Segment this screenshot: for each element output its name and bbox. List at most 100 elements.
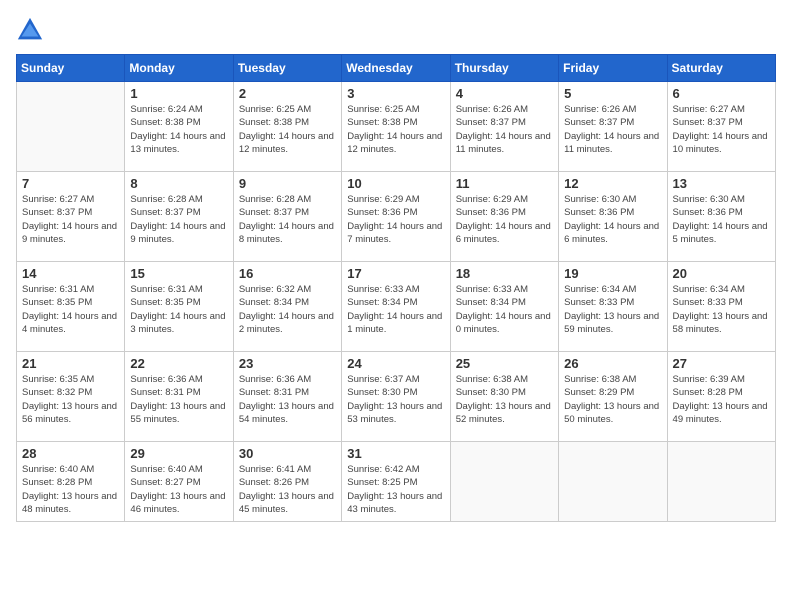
- day-info: Sunrise: 6:34 AMSunset: 8:33 PMDaylight:…: [673, 283, 770, 336]
- day-of-week-tuesday: Tuesday: [233, 55, 341, 82]
- day-number: 21: [22, 356, 119, 371]
- day-number: 23: [239, 356, 336, 371]
- day-info: Sunrise: 6:34 AMSunset: 8:33 PMDaylight:…: [564, 283, 661, 336]
- calendar-cell: 4 Sunrise: 6:26 AMSunset: 8:37 PMDaylight…: [450, 82, 558, 172]
- day-of-week-thursday: Thursday: [450, 55, 558, 82]
- calendar-cell: 18 Sunrise: 6:33 AMSunset: 8:34 PMDayligh…: [450, 262, 558, 352]
- day-number: 15: [130, 266, 227, 281]
- day-info: Sunrise: 6:41 AMSunset: 8:26 PMDaylight:…: [239, 463, 336, 516]
- day-number: 28: [22, 446, 119, 461]
- day-info: Sunrise: 6:36 AMSunset: 8:31 PMDaylight:…: [130, 373, 227, 426]
- day-info: Sunrise: 6:33 AMSunset: 8:34 PMDaylight:…: [456, 283, 553, 336]
- day-of-week-friday: Friday: [559, 55, 667, 82]
- day-number: 3: [347, 86, 444, 101]
- calendar-cell: 10Sunrise: 6:29 AMSunset: 8:36 PMDayligh…: [342, 172, 450, 262]
- calendar-cell: 25 Sunrise: 6:38 AMSunset: 8:30 PMDayligh…: [450, 352, 558, 442]
- calendar-week-3: 14 Sunrise: 6:31 AMSunset: 8:35 PMDayligh…: [17, 262, 776, 352]
- calendar-cell: 19 Sunrise: 6:34 AMSunset: 8:33 PMDayligh…: [559, 262, 667, 352]
- day-number: 11: [456, 176, 553, 191]
- calendar-table: SundayMondayTuesdayWednesdayThursdayFrid…: [16, 54, 776, 522]
- day-info: Sunrise: 6:28 AMSunset: 8:37 PMDaylight:…: [239, 193, 336, 246]
- day-number: 31: [347, 446, 444, 461]
- day-number: 18: [456, 266, 553, 281]
- calendar-cell: [559, 442, 667, 522]
- day-number: 27: [673, 356, 770, 371]
- calendar-cell: 7Sunrise: 6:27 AMSunset: 8:37 PMDaylight…: [17, 172, 125, 262]
- day-of-week-monday: Monday: [125, 55, 233, 82]
- page-header: [16, 16, 776, 44]
- calendar-cell: 12 Sunrise: 6:30 AMSunset: 8:36 PMDayligh…: [559, 172, 667, 262]
- calendar-cell: 29 Sunrise: 6:40 AMSunset: 8:27 PMDayligh…: [125, 442, 233, 522]
- day-number: 14: [22, 266, 119, 281]
- day-number: 24: [347, 356, 444, 371]
- day-info: Sunrise: 6:28 AMSunset: 8:37 PMDaylight:…: [130, 193, 227, 246]
- day-number: 19: [564, 266, 661, 281]
- calendar-cell: 30Sunrise: 6:41 AMSunset: 8:26 PMDayligh…: [233, 442, 341, 522]
- day-info: Sunrise: 6:31 AMSunset: 8:35 PMDaylight:…: [130, 283, 227, 336]
- calendar-cell: 20 Sunrise: 6:34 AMSunset: 8:33 PMDayligh…: [667, 262, 775, 352]
- day-of-week-wednesday: Wednesday: [342, 55, 450, 82]
- day-number: 8: [130, 176, 227, 191]
- calendar-cell: 17Sunrise: 6:33 AMSunset: 8:34 PMDayligh…: [342, 262, 450, 352]
- day-of-week-sunday: Sunday: [17, 55, 125, 82]
- day-number: 25: [456, 356, 553, 371]
- calendar-cell: 16 Sunrise: 6:32 AMSunset: 8:34 PMDayligh…: [233, 262, 341, 352]
- day-number: 22: [130, 356, 227, 371]
- calendar-cell: 15 Sunrise: 6:31 AMSunset: 8:35 PMDayligh…: [125, 262, 233, 352]
- day-info: Sunrise: 6:40 AMSunset: 8:27 PMDaylight:…: [130, 463, 227, 516]
- day-number: 10: [347, 176, 444, 191]
- day-number: 20: [673, 266, 770, 281]
- day-info: Sunrise: 6:32 AMSunset: 8:34 PMDaylight:…: [239, 283, 336, 336]
- calendar-week-2: 7Sunrise: 6:27 AMSunset: 8:37 PMDaylight…: [17, 172, 776, 262]
- day-number: 1: [130, 86, 227, 101]
- day-info: Sunrise: 6:31 AMSunset: 8:35 PMDaylight:…: [22, 283, 119, 336]
- day-info: Sunrise: 6:33 AMSunset: 8:34 PMDaylight:…: [347, 283, 444, 336]
- day-info: Sunrise: 6:39 AMSunset: 8:28 PMDaylight:…: [673, 373, 770, 426]
- calendar-cell: 27 Sunrise: 6:39 AMSunset: 8:28 PMDayligh…: [667, 352, 775, 442]
- calendar-cell: 13 Sunrise: 6:30 AMSunset: 8:36 PMDayligh…: [667, 172, 775, 262]
- day-number: 29: [130, 446, 227, 461]
- calendar-cell: 21 Sunrise: 6:35 AMSunset: 8:32 PMDayligh…: [17, 352, 125, 442]
- calendar-cell: 2 Sunrise: 6:25 AMSunset: 8:38 PMDaylight…: [233, 82, 341, 172]
- calendar-cell: 24Sunrise: 6:37 AMSunset: 8:30 PMDayligh…: [342, 352, 450, 442]
- day-number: 12: [564, 176, 661, 191]
- day-number: 13: [673, 176, 770, 191]
- calendar-cell: 1Sunrise: 6:24 AMSunset: 8:38 PMDaylight…: [125, 82, 233, 172]
- calendar-cell: 8 Sunrise: 6:28 AMSunset: 8:37 PMDaylight…: [125, 172, 233, 262]
- calendar-cell: 5Sunrise: 6:26 AMSunset: 8:37 PMDaylight…: [559, 82, 667, 172]
- calendar-cell: 31 Sunrise: 6:42 AMSunset: 8:25 PMDayligh…: [342, 442, 450, 522]
- calendar-cell: 22 Sunrise: 6:36 AMSunset: 8:31 PMDayligh…: [125, 352, 233, 442]
- calendar-cell: [450, 442, 558, 522]
- day-of-week-saturday: Saturday: [667, 55, 775, 82]
- day-info: Sunrise: 6:25 AMSunset: 8:38 PMDaylight:…: [239, 103, 336, 156]
- day-info: Sunrise: 6:26 AMSunset: 8:37 PMDaylight:…: [564, 103, 661, 156]
- day-info: Sunrise: 6:36 AMSunset: 8:31 PMDaylight:…: [239, 373, 336, 426]
- day-info: Sunrise: 6:25 AMSunset: 8:38 PMDaylight:…: [347, 103, 444, 156]
- calendar-cell: 3 Sunrise: 6:25 AMSunset: 8:38 PMDaylight…: [342, 82, 450, 172]
- calendar-cell: 28Sunrise: 6:40 AMSunset: 8:28 PMDayligh…: [17, 442, 125, 522]
- calendar-cell: 6 Sunrise: 6:27 AMSunset: 8:37 PMDaylight…: [667, 82, 775, 172]
- calendar-cell: 9 Sunrise: 6:28 AMSunset: 8:37 PMDaylight…: [233, 172, 341, 262]
- day-info: Sunrise: 6:42 AMSunset: 8:25 PMDaylight:…: [347, 463, 444, 516]
- calendar-cell: 14 Sunrise: 6:31 AMSunset: 8:35 PMDayligh…: [17, 262, 125, 352]
- day-info: Sunrise: 6:30 AMSunset: 8:36 PMDaylight:…: [673, 193, 770, 246]
- calendar-cell: 23 Sunrise: 6:36 AMSunset: 8:31 PMDayligh…: [233, 352, 341, 442]
- calendar-header-row: SundayMondayTuesdayWednesdayThursdayFrid…: [17, 55, 776, 82]
- day-info: Sunrise: 6:27 AMSunset: 8:37 PMDaylight:…: [673, 103, 770, 156]
- day-number: 2: [239, 86, 336, 101]
- day-number: 6: [673, 86, 770, 101]
- day-info: Sunrise: 6:30 AMSunset: 8:36 PMDaylight:…: [564, 193, 661, 246]
- day-number: 9: [239, 176, 336, 191]
- day-info: Sunrise: 6:27 AMSunset: 8:37 PMDaylight:…: [22, 193, 119, 246]
- day-info: Sunrise: 6:38 AMSunset: 8:30 PMDaylight:…: [456, 373, 553, 426]
- day-info: Sunrise: 6:35 AMSunset: 8:32 PMDaylight:…: [22, 373, 119, 426]
- calendar-cell: 26Sunrise: 6:38 AMSunset: 8:29 PMDayligh…: [559, 352, 667, 442]
- calendar-cell: 11Sunrise: 6:29 AMSunset: 8:36 PMDayligh…: [450, 172, 558, 262]
- day-info: Sunrise: 6:26 AMSunset: 8:37 PMDaylight:…: [456, 103, 553, 156]
- day-number: 26: [564, 356, 661, 371]
- calendar-cell: [17, 82, 125, 172]
- logo-icon: [16, 16, 44, 44]
- calendar-cell: [667, 442, 775, 522]
- day-number: 16: [239, 266, 336, 281]
- day-number: 4: [456, 86, 553, 101]
